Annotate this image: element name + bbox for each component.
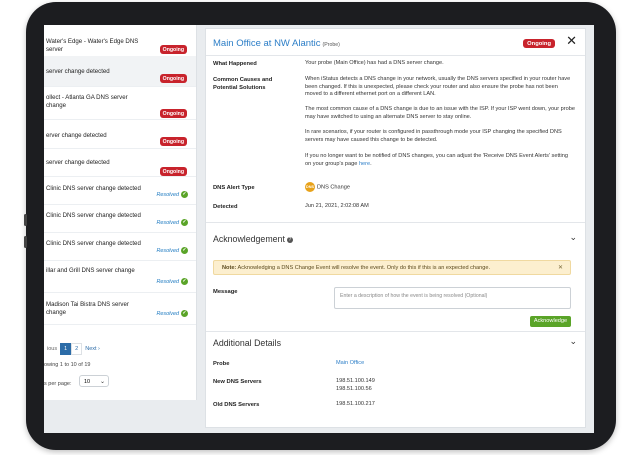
tablet-side-button bbox=[24, 236, 27, 248]
per-page-select[interactable]: 10 ⌄ bbox=[79, 375, 109, 387]
detected-label: Detected bbox=[213, 204, 238, 210]
message-label: Message bbox=[213, 289, 238, 295]
list-item-title: Madison Tai Bistra DNS server change bbox=[46, 301, 129, 316]
message-textarea[interactable]: Enter a description of how the event is … bbox=[334, 287, 571, 309]
pagination-previous[interactable]: ious bbox=[44, 344, 60, 354]
list-item[interactable]: Clinic DNS server change detected Resolv… bbox=[44, 204, 196, 233]
resolved-label: Resolved bbox=[156, 191, 179, 198]
tablet-side-button bbox=[24, 214, 27, 226]
divider bbox=[206, 222, 585, 223]
chevron-down-icon[interactable]: ⌄ bbox=[569, 336, 577, 347]
acknowledge-button[interactable]: Acknowledge bbox=[530, 316, 571, 327]
resolved-label: Resolved bbox=[156, 219, 179, 226]
list-item-title: Water's Edge - Water's Edge DNS server bbox=[46, 38, 139, 53]
group-settings-link[interactable]: here bbox=[359, 161, 370, 167]
list-item-title: illar and Grill DNS server change bbox=[46, 267, 135, 274]
note-text: Acknowledging a DNS Change Event will re… bbox=[236, 265, 491, 271]
causes-paragraph-1: When iStatus detects a DNS change in you… bbox=[305, 76, 571, 98]
alert-type-label: DNS Alert Type bbox=[213, 185, 255, 191]
status-badge: Ongoing bbox=[523, 39, 555, 48]
showing-count: owing 1 to 10 of 19 bbox=[44, 362, 91, 368]
divider bbox=[206, 331, 585, 332]
resolved-label: Resolved bbox=[156, 310, 179, 317]
chevron-down-icon: ⌄ bbox=[99, 379, 105, 385]
resolved-label: Resolved bbox=[156, 247, 179, 254]
status-badge: Ongoing bbox=[159, 74, 187, 83]
list-item[interactable]: Clinic DNS server change detected Resolv… bbox=[44, 232, 196, 261]
note-label: Note: bbox=[222, 265, 237, 271]
resolved-status: Resolved ✓ bbox=[157, 247, 188, 254]
resolved-status: Resolved ✓ bbox=[157, 310, 188, 317]
list-item[interactable]: Clinic DNS server change detected Resolv… bbox=[44, 176, 196, 205]
causes-p4-text: If you no longer want to be notified of … bbox=[305, 153, 569, 167]
alert-type-value: DNS DNS Change bbox=[305, 182, 575, 192]
list-item[interactable]: server change detected Ongoing bbox=[44, 148, 196, 177]
list-item[interactable]: Madison Tai Bistra DNS server change Res… bbox=[44, 292, 196, 325]
list-item-title: server change detected bbox=[46, 159, 110, 166]
resolved-label: Resolved bbox=[156, 278, 179, 285]
check-icon: ✓ bbox=[181, 247, 188, 254]
what-happened-value: Your probe (Main Office) has had a DNS s… bbox=[305, 60, 444, 66]
probe-link[interactable]: Main Office bbox=[336, 360, 536, 368]
resolved-status: Resolved ✓ bbox=[157, 278, 188, 285]
acknowledgement-note: Note: Acknowledging a DNS Change Event w… bbox=[213, 260, 571, 275]
pagination-page-2[interactable]: 2 bbox=[71, 343, 83, 355]
new-dns-label: New DNS Servers bbox=[213, 379, 262, 385]
new-dns-server: 198.51.100.149 bbox=[336, 378, 375, 384]
causes-paragraph-2: The most common cause of a DNS change is… bbox=[305, 106, 575, 120]
check-icon: ✓ bbox=[181, 310, 188, 317]
close-icon[interactable]: ✕ bbox=[566, 34, 577, 48]
event-title-suffix: (Probe) bbox=[322, 42, 340, 48]
list-item-title: erver change detected bbox=[46, 132, 107, 139]
pagination-next[interactable]: Next › bbox=[82, 344, 103, 354]
list-item[interactable]: Water's Edge - Water's Edge DNS server O… bbox=[44, 25, 196, 57]
resolved-status: Resolved ✓ bbox=[157, 191, 188, 198]
status-badge: Ongoing bbox=[159, 45, 187, 54]
list-item[interactable]: server change detected Ongoing bbox=[44, 56, 196, 87]
list-item-title: ollect - Atlanta GA DNS server change bbox=[46, 94, 128, 109]
event-list-panel: Water's Edge - Water's Edge DNS server O… bbox=[44, 25, 197, 400]
causes-label: Common Causes and Potential Solutions bbox=[213, 77, 273, 91]
list-item-title: Clinic DNS server change detected bbox=[46, 240, 141, 247]
alert-type-text: DNS Change bbox=[317, 184, 350, 191]
resolved-status: Resolved ✓ bbox=[157, 219, 188, 226]
divider bbox=[206, 55, 585, 56]
what-happened-label: What Happened bbox=[213, 61, 257, 67]
list-item-title: server change detected bbox=[46, 68, 110, 75]
check-icon: ✓ bbox=[181, 191, 188, 198]
check-icon: ✓ bbox=[181, 278, 188, 285]
dns-icon: DNS bbox=[305, 182, 315, 192]
help-icon[interactable]: ? bbox=[286, 236, 293, 243]
check-icon: ✓ bbox=[181, 219, 188, 226]
additional-details-title[interactable]: Additional Details bbox=[213, 338, 281, 348]
acknowledgement-header[interactable]: Acknowledgement? bbox=[213, 234, 293, 244]
probe-label: Probe bbox=[213, 361, 230, 367]
list-item[interactable]: illar and Grill DNS server change Resolv… bbox=[44, 260, 196, 293]
detected-value: Jun 21, 2021, 2:02:08 AM bbox=[305, 203, 369, 209]
old-dns-label: Old DNS Servers bbox=[213, 402, 260, 408]
event-detail-panel: Main Office at NW Alantic (Probe) Ongoing… bbox=[205, 28, 586, 428]
pagination-page-1[interactable]: 1 bbox=[60, 343, 72, 355]
acknowledgement-title: Acknowledgement bbox=[213, 234, 285, 244]
list-item[interactable]: erver change detected Ongoing bbox=[44, 119, 196, 149]
pagination: ious 1 2 Next › bbox=[44, 343, 103, 355]
chevron-down-icon[interactable]: ⌄ bbox=[569, 232, 577, 243]
new-dns-server: 198.51.100.56 bbox=[336, 386, 372, 392]
event-title: Main Office at NW Alantic (Probe) bbox=[213, 38, 340, 49]
list-item-title: Clinic DNS server change detected bbox=[46, 212, 141, 219]
causes-paragraph-4: If you no longer want to be notified of … bbox=[305, 153, 575, 168]
status-badge: Ongoing bbox=[159, 167, 187, 176]
list-item-title: Clinic DNS server change detected bbox=[46, 185, 141, 192]
per-page-value: 10 bbox=[84, 379, 91, 385]
old-dns-server: 198.51.100.217 bbox=[336, 401, 375, 407]
list-item[interactable]: ollect - Atlanta GA DNS server change On… bbox=[44, 86, 196, 120]
status-badge: Ongoing bbox=[159, 137, 187, 146]
event-title-text: Main Office at NW Alantic bbox=[213, 38, 321, 49]
close-icon[interactable]: ✕ bbox=[558, 261, 563, 276]
status-badge: Ongoing bbox=[159, 109, 187, 118]
tablet-screen: Water's Edge - Water's Edge DNS server O… bbox=[44, 25, 594, 433]
per-page-label: s per page: bbox=[44, 381, 72, 387]
causes-p4-end: . bbox=[370, 160, 372, 167]
causes-paragraph-3: In rare scenarios, if your router is con… bbox=[305, 129, 562, 143]
